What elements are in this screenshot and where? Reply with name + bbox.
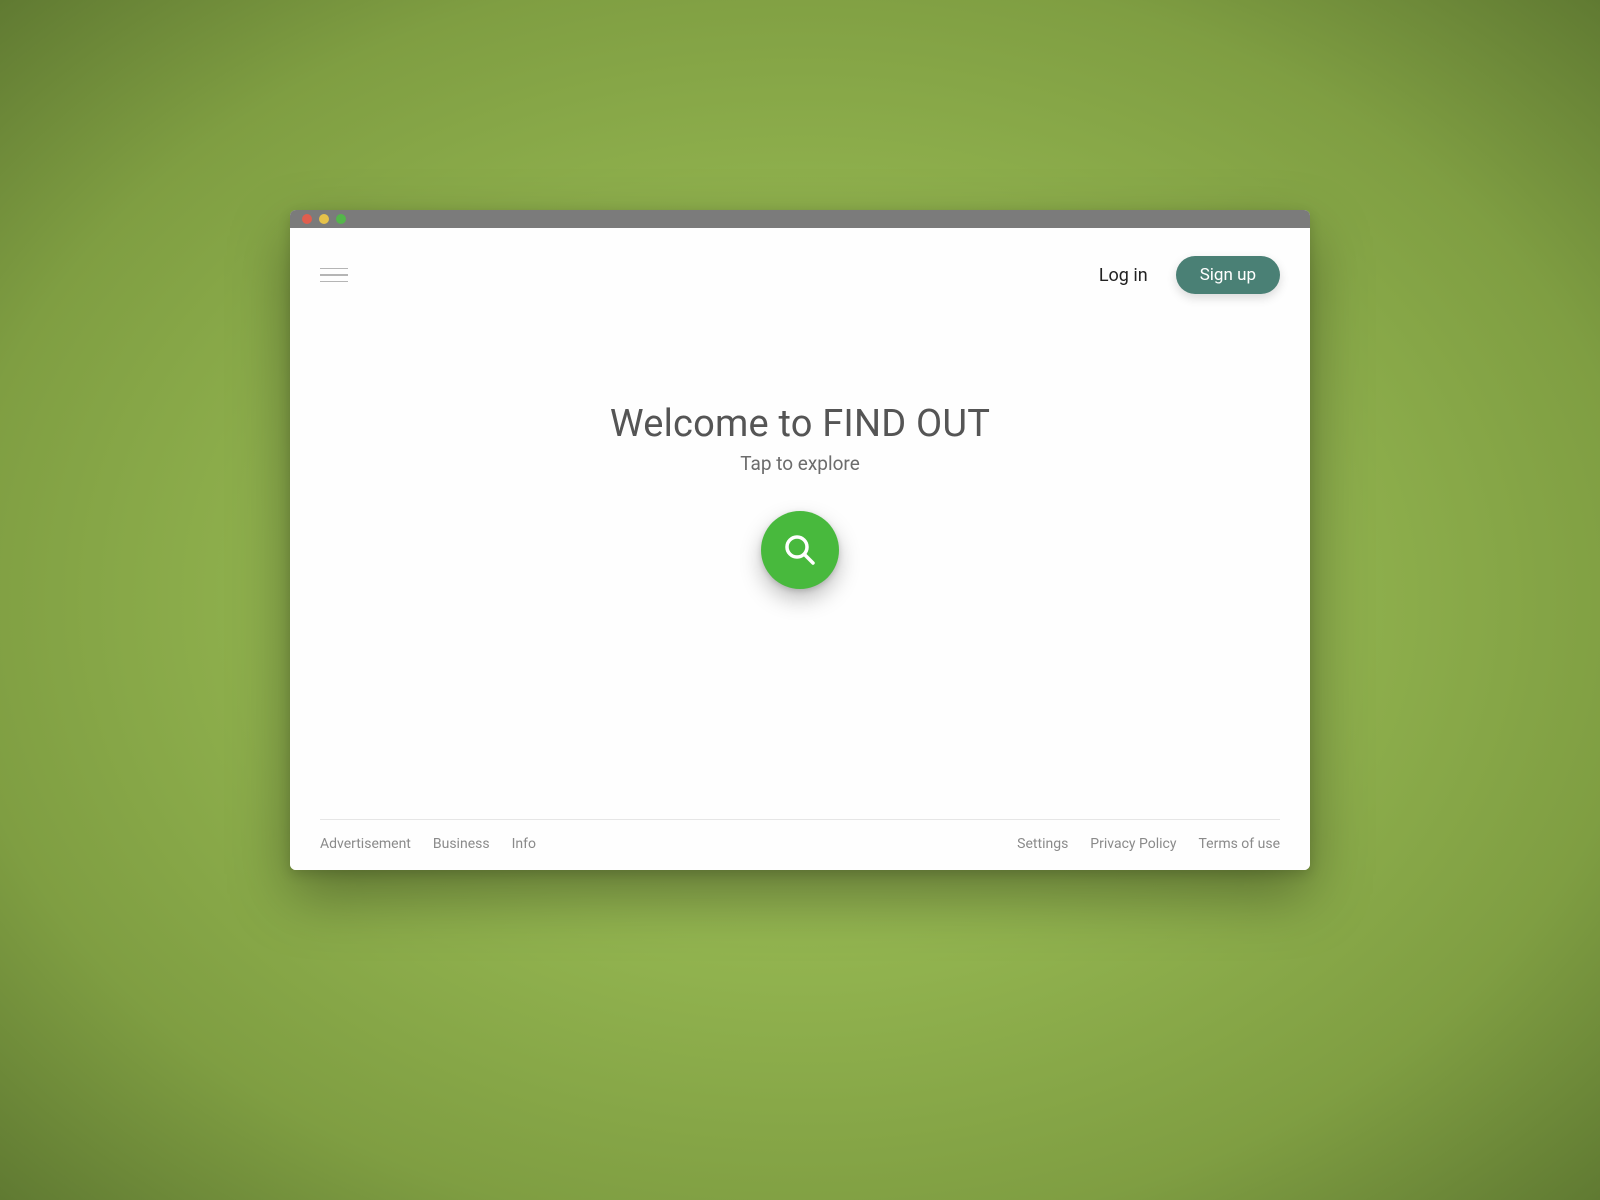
search-icon — [780, 530, 820, 570]
page-footer: Advertisement Business Info Settings Pri… — [320, 819, 1280, 870]
footer-left-links: Advertisement Business Info — [320, 836, 536, 852]
hero-section: Welcome to FIND OUT Tap to explore — [290, 294, 1310, 819]
window-close-button[interactable] — [302, 214, 312, 224]
auth-controls: Log in Sign up — [1099, 256, 1280, 294]
signup-button[interactable]: Sign up — [1176, 256, 1280, 294]
footer-link-privacy[interactable]: Privacy Policy — [1090, 836, 1176, 852]
login-link[interactable]: Log in — [1099, 265, 1148, 286]
footer-link-business[interactable]: Business — [433, 836, 490, 852]
page-subtitle: Tap to explore — [740, 452, 860, 475]
page-title: Welcome to FIND OUT — [610, 402, 990, 446]
browser-window: Log in Sign up Welcome to FIND OUT Tap t… — [290, 210, 1310, 870]
footer-link-terms[interactable]: Terms of use — [1198, 836, 1280, 852]
footer-right-links: Settings Privacy Policy Terms of use — [1017, 836, 1280, 852]
footer-link-info[interactable]: Info — [512, 836, 536, 852]
window-titlebar — [290, 210, 1310, 228]
window-maximize-button[interactable] — [336, 214, 346, 224]
footer-link-advertisement[interactable]: Advertisement — [320, 836, 411, 852]
menu-icon[interactable] — [320, 264, 348, 287]
footer-link-settings[interactable]: Settings — [1017, 836, 1068, 852]
window-minimize-button[interactable] — [319, 214, 329, 224]
page-content: Log in Sign up Welcome to FIND OUT Tap t… — [290, 228, 1310, 870]
search-button[interactable] — [761, 511, 839, 589]
page-header: Log in Sign up — [290, 228, 1310, 294]
